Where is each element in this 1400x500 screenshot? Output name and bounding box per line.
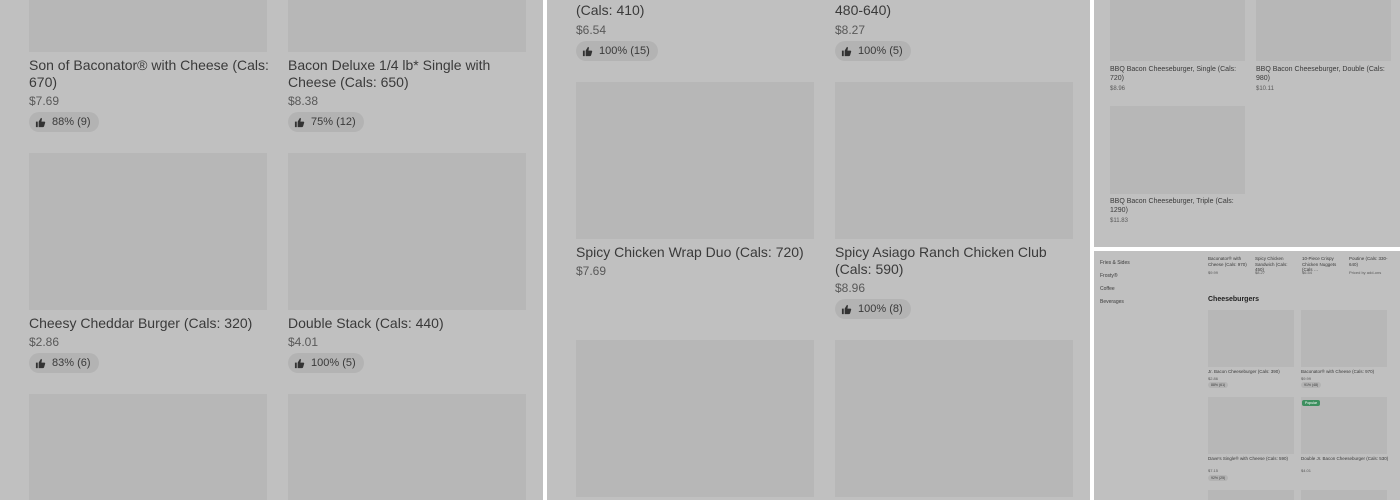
item-title[interactable]: Son of Baconator® with Cheese (Cals: 670… — [29, 57, 274, 91]
item-price: $11.83 — [1110, 218, 1128, 224]
item-title[interactable]: (Cals: 410) — [576, 2, 816, 19]
item-price: $7.15 — [1208, 468, 1219, 473]
item-price: $8.96 — [835, 281, 866, 295]
rating-badge: 100% (5) — [835, 41, 911, 61]
item-title[interactable]: Jr. Bacon Cheeseburger (Cals: 390) — [1208, 369, 1298, 375]
thumbs-up-icon — [35, 358, 46, 369]
item-title[interactable]: Baconator® with Cheese (Cals: 970) — [1301, 369, 1391, 375]
sidebar-item-coffee[interactable]: Coffee — [1100, 286, 1115, 292]
rating-text: 83% (6) — [52, 357, 91, 369]
item-title[interactable]: BBQ Bacon Cheeseburger, Triple (Cals: 12… — [1110, 197, 1245, 215]
item-title[interactable]: Double Stack (Cals: 440) — [288, 315, 528, 332]
item-price: Priced by add-ons — [1349, 270, 1382, 275]
rating-badge: 91% (48) — [1301, 382, 1322, 388]
item-image[interactable] — [835, 340, 1073, 497]
item-price: $10.11 — [1256, 86, 1274, 92]
item-title[interactable]: Spicy Asiago Ranch Chicken Club (Cals: 5… — [835, 244, 1075, 278]
item-image[interactable] — [29, 394, 267, 500]
item-price: $4.01 — [1301, 468, 1312, 473]
item-price: $8.27 — [835, 23, 866, 37]
item-title[interactable]: Poutine (Cals: 330-640) — [1349, 256, 1389, 267]
sidebar-item-fries-sides[interactable]: Fries & Sides — [1100, 260, 1130, 266]
rating-text: 100% (15) — [599, 45, 650, 57]
item-image[interactable] — [1208, 310, 1294, 367]
rating-badge: 88% (61) — [1208, 382, 1229, 388]
thumbs-up-icon — [294, 358, 305, 369]
sidebar-item-frosty[interactable]: Frosty® — [1100, 273, 1118, 279]
rating-text: 100% (8) — [858, 303, 903, 315]
item-image[interactable] — [1110, 106, 1245, 194]
item-image[interactable] — [288, 394, 526, 500]
item-price: $7.69 — [576, 264, 607, 278]
item-image[interactable] — [29, 0, 267, 52]
rating-text: 100% (5) — [858, 45, 903, 57]
item-image[interactable] — [1208, 490, 1294, 500]
item-price: $6.54 — [1302, 270, 1313, 275]
item-price: $8.38 — [288, 94, 319, 108]
thumbs-up-icon — [841, 46, 852, 57]
item-title[interactable]: Bacon Deluxe 1/4 lb* Single with Cheese … — [288, 57, 528, 91]
item-image[interactable] — [1256, 0, 1391, 61]
item-title[interactable]: Double Jr. Bacon Cheeseburger (Cals: 530… — [1301, 456, 1391, 462]
rating-badge: 100% (5) — [288, 353, 364, 373]
item-title[interactable]: Baconator® with Cheese (Cals: 970) — [1208, 256, 1248, 267]
item-title[interactable]: Cheesy Cheddar Burger (Cals: 320) — [29, 315, 274, 332]
item-image[interactable] — [29, 153, 267, 310]
item-price: $8.27 — [1255, 270, 1266, 275]
rating-badge: 83% (6) — [29, 353, 99, 373]
item-title[interactable]: BBQ Bacon Cheeseburger, Double (Cals: 98… — [1256, 65, 1391, 83]
item-title[interactable]: BBQ Bacon Cheeseburger, Single (Cals: 72… — [1110, 65, 1245, 83]
item-title[interactable]: Spicy Chicken Wrap Duo (Cals: 720) — [576, 244, 821, 261]
menu-panel-middle: (Cals: 410) $6.54 100% (15) 480-640) $8.… — [547, 0, 1090, 500]
item-image[interactable] — [1208, 397, 1294, 454]
sidebar-item-beverages[interactable]: Beverages — [1100, 299, 1124, 305]
menu-panel-right-top: BBQ Bacon Cheeseburger, Single (Cals: 72… — [1094, 0, 1400, 247]
item-image[interactable] — [288, 0, 526, 52]
item-image[interactable] — [1301, 490, 1387, 500]
item-price: $2.86 — [29, 335, 60, 349]
rating-badge: 100% (8) — [835, 299, 911, 319]
section-title: Cheeseburgers — [1208, 296, 1259, 303]
item-image[interactable] — [576, 340, 814, 497]
item-image[interactable] — [1110, 0, 1245, 61]
item-price: $9.99 — [1301, 376, 1312, 381]
rating-text: 88% (9) — [52, 116, 91, 128]
rating-text: 100% (5) — [311, 357, 356, 369]
thumbs-up-icon — [35, 117, 46, 128]
rating-badge: 100% (15) — [576, 41, 658, 61]
item-price: $7.69 — [29, 94, 60, 108]
item-title[interactable]: Dave's Single® with Cheese (Cals: 590) — [1208, 456, 1298, 462]
item-image[interactable] — [835, 82, 1073, 239]
rating-badge: 88% (9) — [29, 112, 99, 132]
item-image[interactable] — [1301, 310, 1387, 367]
thumbs-up-icon — [582, 46, 593, 57]
menu-panel-left: Son of Baconator® with Cheese (Cals: 670… — [0, 0, 543, 500]
item-price: $9.99 — [1208, 270, 1219, 275]
item-price: $6.54 — [576, 23, 607, 37]
item-price: $4.01 — [288, 335, 319, 349]
menu-panel-right-bottom: Fries & Sides Frosty® Coffee Beverages B… — [1094, 251, 1400, 500]
item-price: $8.96 — [1110, 86, 1126, 92]
item-image[interactable] — [576, 82, 814, 239]
popular-badge: Popular — [1302, 400, 1321, 406]
item-title[interactable]: 480-640) — [835, 2, 1075, 19]
item-price: $2.86 — [1208, 376, 1219, 381]
thumbs-up-icon — [841, 304, 852, 315]
rating-badge: 75% (12) — [288, 112, 364, 132]
rating-badge: 92% (25) — [1208, 475, 1229, 481]
rating-text: 75% (12) — [311, 116, 356, 128]
thumbs-up-icon — [294, 117, 305, 128]
item-image[interactable] — [288, 153, 526, 310]
